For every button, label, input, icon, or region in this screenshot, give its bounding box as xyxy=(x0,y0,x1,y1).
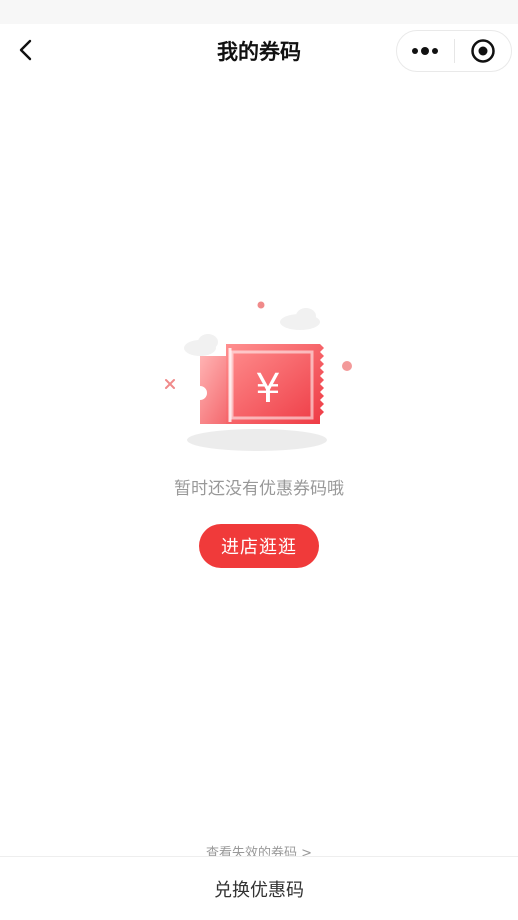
redeem-code-button[interactable]: 兑换优惠码 xyxy=(214,876,304,902)
more-dots-icon xyxy=(412,47,439,55)
coupon-page: 我的券码 ¥ 暂时还没有优惠券码哦 进店逛逛 查看失效的券码 > 兑换优惠码 xyxy=(0,0,518,920)
visit-store-button[interactable]: 进店逛逛 xyxy=(199,524,319,568)
coupon-symbol: ¥ xyxy=(255,366,280,412)
coupon-ticket-icon: ¥ xyxy=(165,301,352,451)
more-button[interactable] xyxy=(397,31,454,71)
bottom-bar: 兑换优惠码 xyxy=(0,856,518,920)
empty-coupon-illustration: ¥ xyxy=(160,296,360,456)
mini-program-capsule xyxy=(396,30,512,72)
navigation-bar: 我的券码 xyxy=(0,24,518,78)
status-bar xyxy=(0,0,518,24)
close-button[interactable] xyxy=(454,31,511,71)
target-circle-icon xyxy=(470,39,495,63)
empty-message: 暂时还没有优惠券码哦 xyxy=(174,479,344,499)
